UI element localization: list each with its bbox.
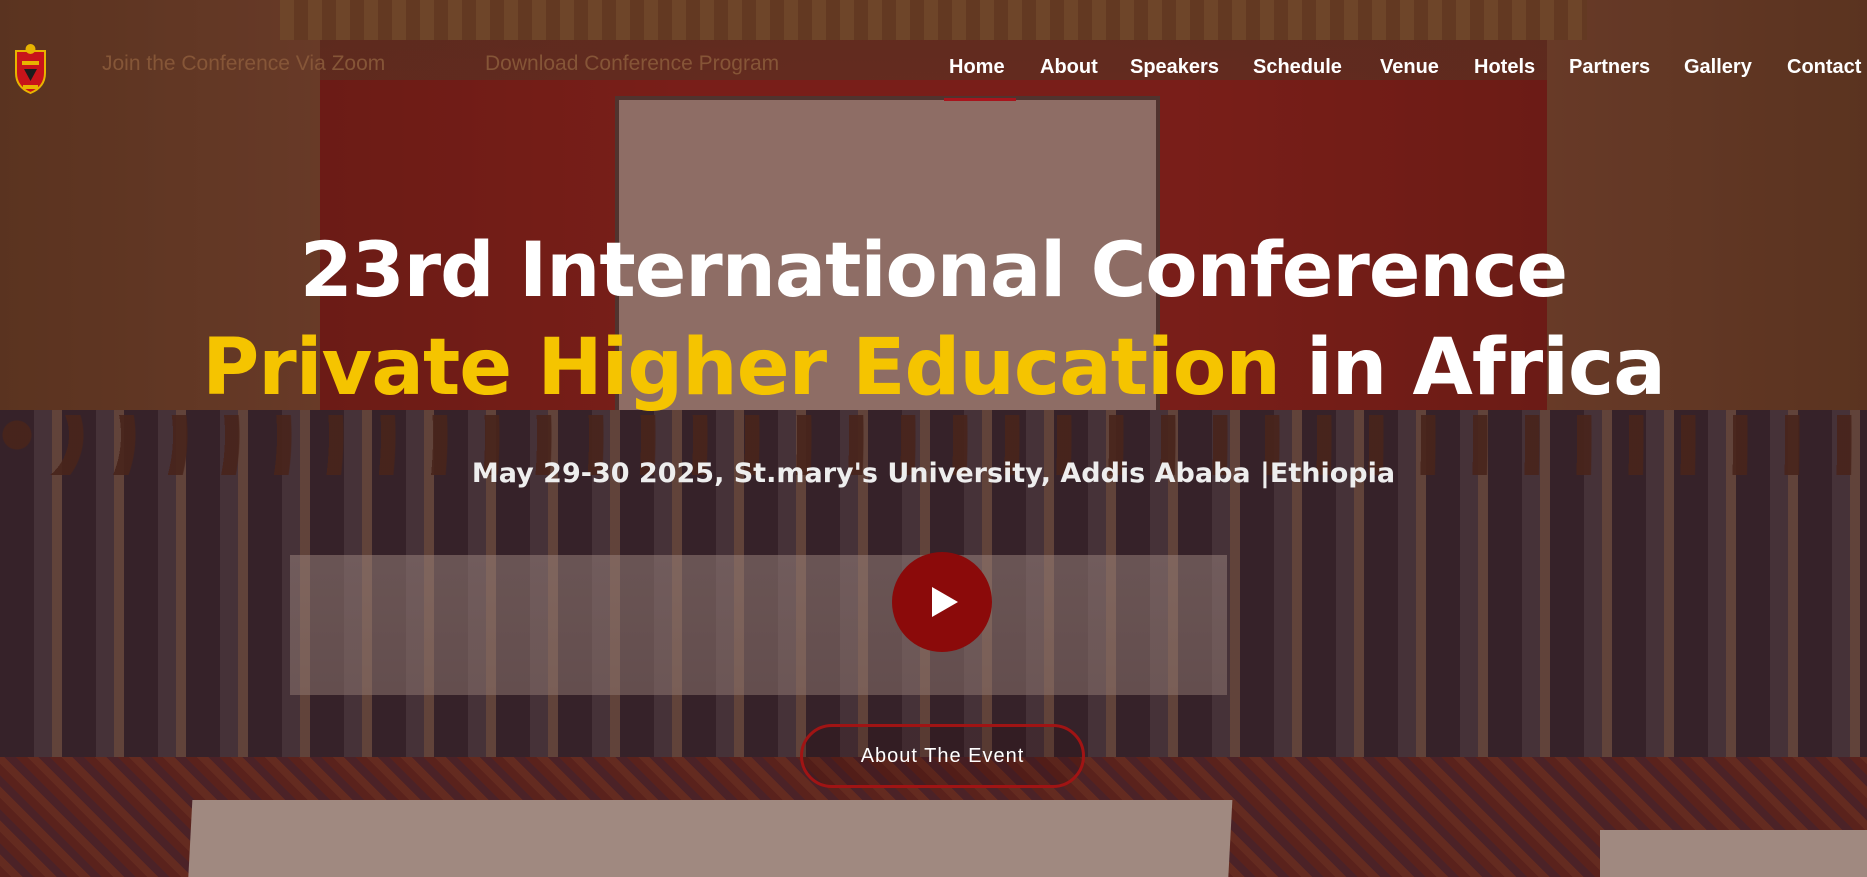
hero-title: 23rd International Conference — [299, 225, 1568, 314]
nav-about[interactable]: About — [1040, 56, 1098, 79]
download-program-link[interactable]: Download Conference Program — [485, 52, 779, 76]
nav-venue[interactable]: Venue — [1380, 56, 1439, 79]
active-nav-indicator — [944, 98, 1016, 101]
nav-schedule[interactable]: Schedule — [1253, 56, 1342, 79]
hero-title-rest: in Africa — [1279, 323, 1666, 413]
hero-title-accent: Private Higher Education — [202, 323, 1281, 413]
site-header: Join the Conference Via Zoom Download Co… — [0, 0, 1867, 101]
play-icon — [932, 587, 958, 617]
about-event-button[interactable]: About The Event — [800, 724, 1085, 788]
university-crest-icon[interactable] — [14, 43, 47, 97]
nav-contact[interactable]: Contact — [1787, 56, 1861, 79]
zoom-link[interactable]: Join the Conference Via Zoom — [102, 52, 385, 76]
hero-title-line2: Private Higher Education in Africa — [0, 323, 1867, 413]
nav-gallery[interactable]: Gallery — [1684, 56, 1752, 79]
play-video-button[interactable] — [892, 552, 992, 652]
nav-speakers[interactable]: Speakers — [1130, 56, 1219, 79]
nav-partners[interactable]: Partners — [1569, 56, 1650, 79]
nav-home[interactable]: Home — [949, 56, 1005, 79]
event-date-location: May 29-30 2025, St.mary's University, Ad… — [471, 458, 1396, 489]
nav-hotels[interactable]: Hotels — [1474, 56, 1535, 79]
